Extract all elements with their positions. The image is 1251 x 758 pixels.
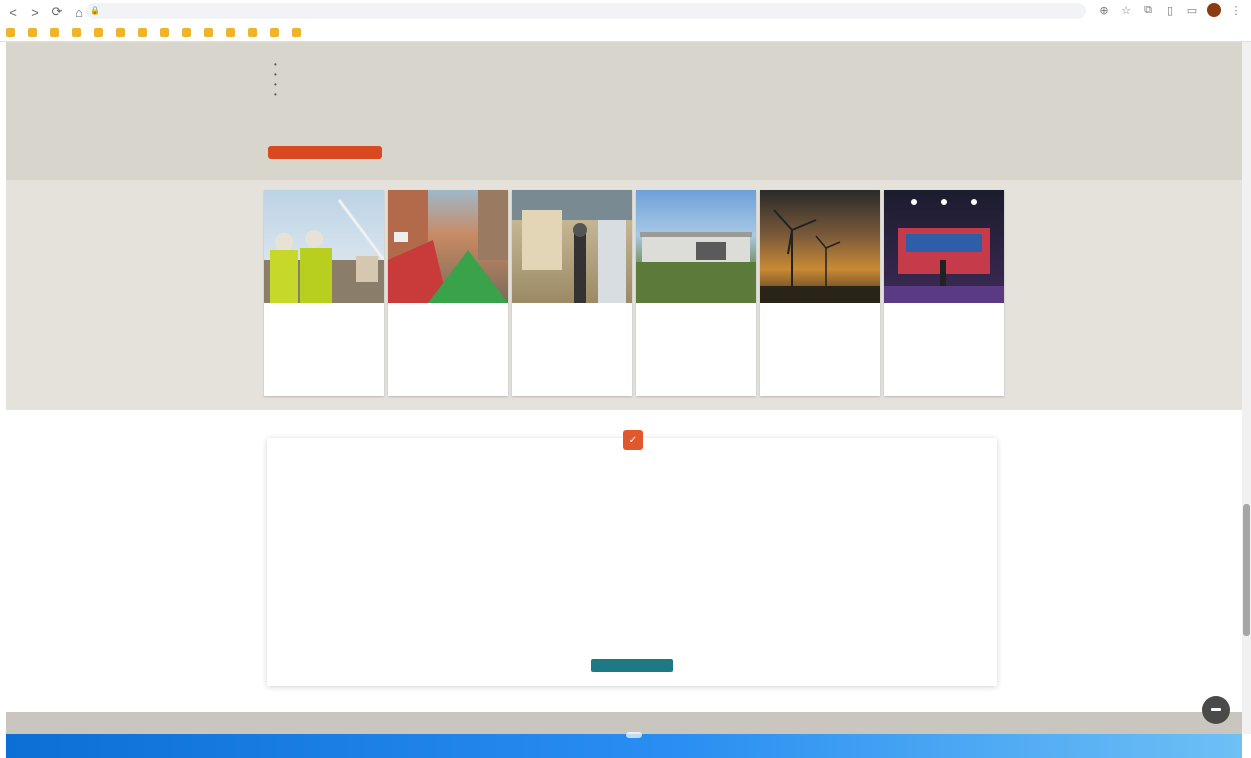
forward-button[interactable]: > [26,3,44,21]
bookmark-folder-icon [6,27,15,37]
address-bar[interactable]: 🔒 [86,3,1086,19]
bookmark-item[interactable] [270,27,282,37]
browser-chrome: < > ⟳ ⌂ 🔒 ⊕ ☆ ⧉ ▯ ▭ ⋮ [0,0,1251,42]
news-card[interactable] [636,190,756,396]
bookmark-folder-icon [116,27,125,37]
star-icon[interactable]: ☆ [1119,3,1133,17]
bookmark-item[interactable] [182,27,194,37]
construction-workers-image [264,190,384,303]
sidebar-icon[interactable]: ▯ [1163,3,1177,17]
bookmark-folder-icon [270,27,279,37]
chat-icon[interactable] [1202,696,1230,724]
bookmark-item[interactable] [50,27,62,37]
news-card[interactable] [264,190,384,396]
bookmark-item[interactable] [248,27,260,37]
bookmark-folder-icon [182,27,191,37]
news-card[interactable] [388,190,508,396]
bookmark-folder-icon [160,27,169,37]
bookmark-item[interactable] [94,27,106,37]
bookmark-folder-icon [248,27,257,37]
profile-avatar[interactable] [1207,3,1221,17]
news-card[interactable] [512,190,632,396]
bookmark-item[interactable] [72,27,84,37]
bookmark-item[interactable] [6,27,18,37]
bookmark-folder-icon [28,27,37,37]
bookmark-item[interactable] [116,27,128,37]
intro-section [268,48,988,100]
bookmark-item[interactable] [138,27,150,37]
bookmark-folder-icon [292,27,301,37]
bookmark-item[interactable] [204,27,216,37]
notice-action-button[interactable] [591,659,673,672]
zoom-icon[interactable]: ⊕ [1097,3,1111,17]
street-bike-lane-image [388,190,508,303]
os-taskbar [6,732,1242,758]
notice-badge-icon: ✓ [623,430,643,450]
notice-panel: ✓ [267,430,997,686]
bookmark-item[interactable] [28,27,40,37]
intro-cta-button[interactable] [268,146,382,159]
bookmark-item[interactable] [292,27,304,37]
list-item [274,80,988,90]
bookmark-folder-icon [138,27,147,37]
news-card[interactable] [884,190,1004,396]
footer-strip [6,712,1242,734]
reload-button[interactable]: ⟳ [48,3,66,21]
list-item [274,90,988,100]
bookmark-folder-icon [94,27,103,37]
tab-icon[interactable]: ▭ [1185,3,1199,17]
extensions-bar: ⊕ ☆ ⧉ ▯ ▭ ⋮ [1097,3,1243,17]
page-content: ✓ [6,42,1242,734]
news-card[interactable] [760,190,880,396]
lock-icon: 🔒 [90,6,100,15]
wind-turbines-image [760,190,880,303]
house-image [636,190,756,303]
bookmark-item[interactable] [160,27,172,37]
bookmarks-bar [6,24,1246,40]
bookmark-folder-icon [204,27,213,37]
surveyor-image [512,190,632,303]
intro-list [274,60,988,100]
taskbar-indicator [626,732,642,738]
page-scrollbar[interactable] [1242,42,1251,734]
list-item [274,60,988,70]
bookmark-folder-icon [72,27,81,37]
card-grid [264,190,1006,396]
menu-icon[interactable]: ⋮ [1229,3,1243,17]
list-item [274,70,988,80]
extension-icon[interactable]: ⧉ [1141,3,1155,17]
bookmark-folder-icon [226,27,235,37]
stage-presentation-image [884,190,1004,303]
bookmark-folder-icon [50,27,59,37]
notice-body [281,476,983,479]
bookmark-item[interactable] [226,27,238,37]
scrollbar-thumb[interactable] [1243,504,1250,636]
back-button[interactable]: < [4,3,22,21]
